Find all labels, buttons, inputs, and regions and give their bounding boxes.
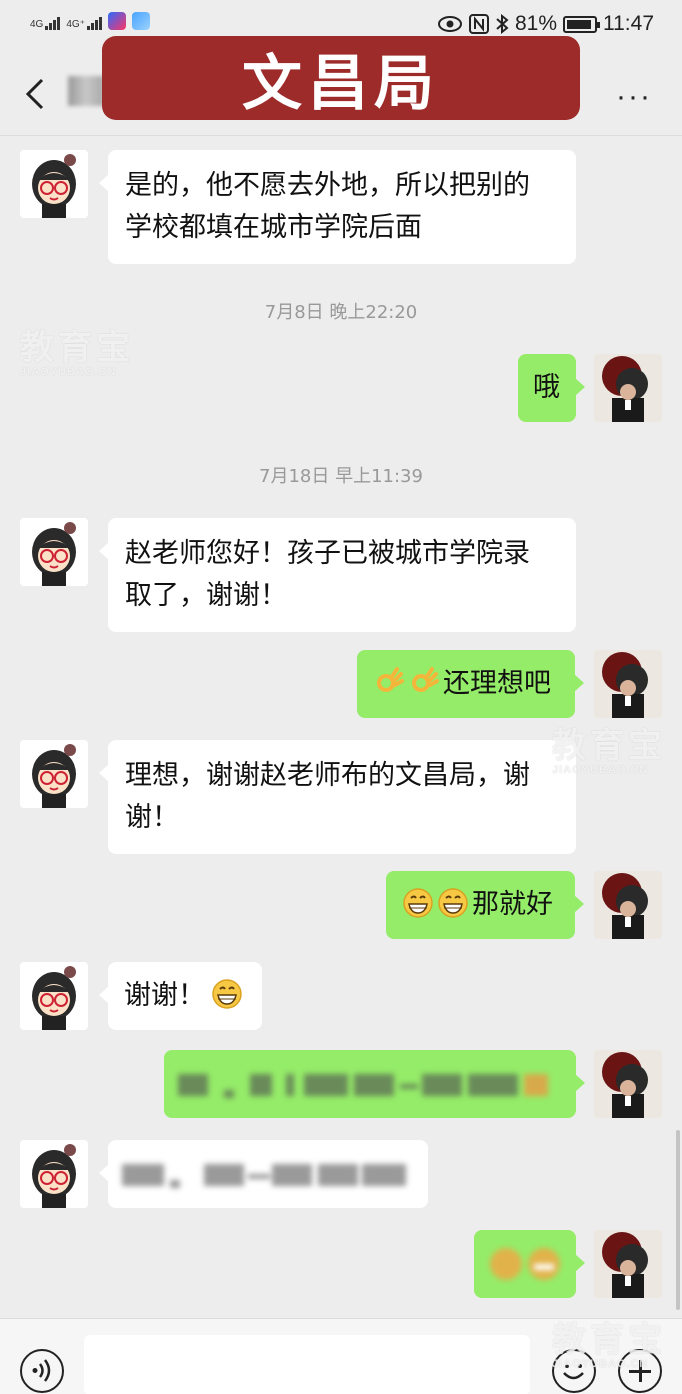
- battery-percent: 81%: [514, 12, 557, 35]
- message-text: 理想，谢谢赵老师布的文昌局，谢: [125, 760, 530, 791]
- app-notification-icon: [131, 12, 150, 30]
- network-type-1: 4G: [30, 19, 44, 30]
- smile-icon: [563, 1364, 584, 1380]
- network-type-2: 4G⁺: [66, 19, 85, 30]
- blurred-incoming-message[interactable]: [99, 1140, 428, 1208]
- grin-emoji: [212, 979, 242, 1009]
- my-avatar[interactable]: [594, 1230, 662, 1298]
- blurred-contact-name: [68, 76, 104, 106]
- message-text: 取了，谢谢！: [125, 580, 287, 611]
- message-text: 还理想吧: [443, 668, 551, 699]
- input-bar: [0, 1318, 682, 1394]
- message-text: 赵老师您好！孩子已被城市学院录: [125, 538, 530, 569]
- more-options-button[interactable]: ···: [616, 80, 652, 114]
- status-left: 4G 4G⁺: [30, 12, 150, 30]
- contact-avatar[interactable]: [20, 740, 88, 808]
- contact-avatar[interactable]: [20, 518, 88, 586]
- signal-bars-icon: [45, 17, 61, 30]
- message-text: 哦: [533, 372, 560, 403]
- status-right: 81% 11:47: [437, 12, 654, 36]
- blurred-content: [122, 1158, 412, 1190]
- incoming-message[interactable]: 谢谢！: [99, 962, 262, 1030]
- blurred-emoji: [488, 1246, 562, 1282]
- my-avatar[interactable]: [594, 354, 662, 422]
- grin-emoji: [403, 888, 433, 918]
- grin-emoji: [438, 888, 468, 918]
- my-avatar[interactable]: [594, 871, 662, 939]
- contact-avatar[interactable]: [20, 150, 88, 218]
- timestamp: 7月18日 早上11:39: [259, 466, 423, 487]
- outgoing-message[interactable]: 那就好: [386, 871, 584, 939]
- message-text: 那就好: [472, 889, 553, 920]
- signal-bars-icon: [86, 17, 102, 30]
- blurred-outgoing-message[interactable]: [164, 1050, 585, 1118]
- emoji-button[interactable]: [552, 1349, 596, 1393]
- my-avatar[interactable]: [594, 650, 662, 718]
- signal-2: 4G⁺: [66, 17, 102, 30]
- app-notification-icon: [107, 12, 126, 30]
- signal-1: 4G: [30, 17, 61, 30]
- clock: 11:47: [603, 12, 654, 35]
- timestamp: 7月8日 晚上22:20: [264, 302, 418, 323]
- nfc-icon: [468, 14, 489, 34]
- more-functions-button[interactable]: [618, 1349, 662, 1393]
- message-text: 是的，他不愿去外地，所以把别的: [125, 170, 530, 201]
- blurred-content: [178, 1068, 558, 1100]
- voice-icon: [32, 1359, 51, 1382]
- my-avatar[interactable]: [594, 1050, 662, 1118]
- message-text: 谢谢！: [124, 980, 205, 1011]
- scrollbar[interactable]: [676, 1130, 680, 1310]
- incoming-message[interactable]: 理想，谢谢赵老师布的文昌局，谢 谢！: [99, 740, 576, 854]
- eye-icon: [437, 16, 462, 32]
- contact-avatar[interactable]: [20, 1140, 88, 1208]
- battery-icon: [563, 15, 600, 33]
- voice-input-button[interactable]: [20, 1349, 64, 1393]
- blurred-outgoing-message[interactable]: [474, 1230, 585, 1298]
- bluetooth-icon: [496, 14, 509, 34]
- outgoing-message[interactable]: 还理想吧: [357, 650, 584, 718]
- ok-hand-emoji: [377, 667, 404, 692]
- incoming-message[interactable]: 是的，他不愿去外地，所以把别的 学校都填在城市学院后面: [99, 150, 576, 264]
- back-arrow-icon[interactable]: [22, 74, 52, 114]
- message-input[interactable]: [84, 1335, 530, 1394]
- incoming-message[interactable]: 赵老师您好！孩子已被城市学院录 取了，谢谢！: [99, 518, 576, 632]
- outgoing-message[interactable]: 哦: [518, 354, 585, 422]
- message-text: 谢！: [125, 802, 179, 833]
- message-text: 学校都填在城市学院后面: [125, 212, 422, 243]
- ok-hand-emoji: [412, 667, 439, 692]
- watermark: 教育宝 JIAOYUBAO.CN: [20, 328, 134, 378]
- title-banner: 文昌局: [102, 36, 580, 120]
- contact-avatar[interactable]: [20, 962, 88, 1030]
